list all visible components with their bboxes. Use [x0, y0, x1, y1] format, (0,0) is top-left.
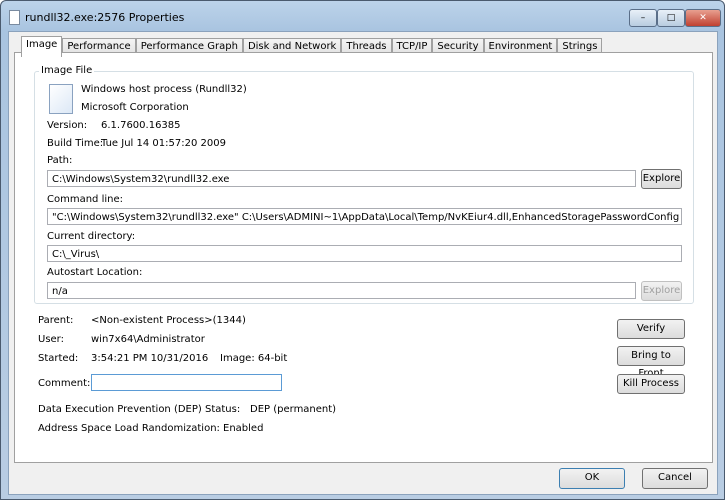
tab-image[interactable]: Image: [21, 36, 63, 57]
autostart-label: Autostart Location:: [47, 267, 143, 278]
aslr-value: Enabled: [223, 423, 264, 434]
build-time-value: Tue Jul 14 01:57:20 2009: [101, 138, 226, 149]
parent-label: Parent:: [38, 315, 74, 326]
file-icon: [9, 10, 20, 25]
company: Microsoft Corporation: [81, 102, 189, 113]
command-line-label: Command line:: [47, 194, 123, 205]
version-value: 6.1.7600.16385: [101, 120, 181, 131]
description: Windows host process (Rundll32): [81, 84, 247, 95]
started-value: 3:54:21 PM 10/31/2016: [91, 353, 209, 364]
parent-value: <Non-existent Process>(1344): [91, 315, 246, 326]
current-directory-label: Current directory:: [47, 231, 136, 242]
image-file-group-label: Image File: [39, 65, 95, 76]
cancel-button[interactable]: Cancel: [642, 468, 708, 489]
ok-button[interactable]: OK: [559, 468, 625, 489]
close-button[interactable]: ✕: [685, 9, 721, 27]
started-label: Started:: [38, 353, 79, 364]
explore-path-button[interactable]: Explore: [641, 169, 682, 189]
comment-label: Comment:: [38, 378, 91, 389]
user-value: win7x64\Administrator: [91, 334, 205, 345]
image-file-group: Windows host process (Rundll32) Microsof…: [34, 71, 694, 304]
kill-process-button[interactable]: Kill Process: [617, 374, 685, 394]
image-bitness: Image: 64-bit: [220, 353, 288, 364]
minimize-button[interactable]: –: [629, 9, 657, 27]
comment-input[interactable]: [91, 374, 282, 391]
command-line-field[interactable]: "C:\Windows\System32\rundll32.exe" C:\Us…: [47, 208, 682, 225]
properties-window: rundll32.exe:2576 Properties – □ ✕ Image…: [0, 0, 725, 500]
dep-value: DEP (permanent): [250, 404, 337, 415]
explore-autostart-button[interactable]: Explore: [641, 281, 682, 301]
verify-button[interactable]: Verify: [617, 319, 685, 339]
autostart-field[interactable]: n/a: [47, 282, 636, 299]
build-time-label: Build Time:: [47, 138, 104, 149]
aslr-label: Address Space Load Randomization:: [38, 423, 220, 434]
maximize-button[interactable]: □: [657, 9, 685, 27]
path-label: Path:: [47, 155, 73, 166]
dep-label: Data Execution Prevention (DEP) Status:: [38, 404, 241, 415]
version-label: Version:: [47, 120, 88, 131]
dialog-client: Image Performance Performance Graph Disk…: [8, 31, 718, 495]
bring-to-front-button[interactable]: Bring to Front: [617, 346, 685, 379]
current-directory-field[interactable]: C:\_Virus\: [47, 245, 682, 262]
file-icon: [49, 84, 73, 114]
user-label: User:: [38, 334, 64, 345]
path-field[interactable]: C:\Windows\System32\rundll32.exe: [47, 170, 636, 187]
window-title: rundll32.exe:2576 Properties: [25, 11, 185, 24]
image-tab-panel: Windows host process (Rundll32) Microsof…: [14, 52, 713, 463]
